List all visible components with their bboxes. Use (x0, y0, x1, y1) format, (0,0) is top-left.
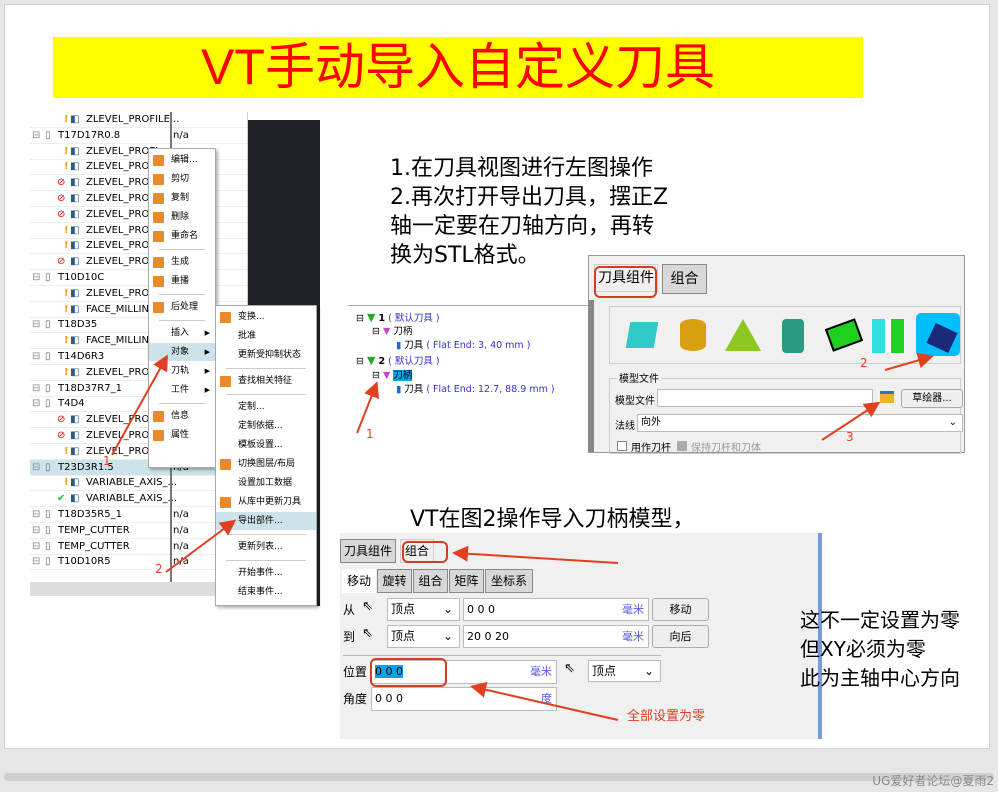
marker-label: 2 (860, 356, 868, 370)
watermark: UG爱好者论坛@夏雨2 (872, 774, 994, 788)
arrow (452, 545, 619, 564)
marker-label: 2 (155, 562, 163, 576)
page-scrollbar[interactable] (4, 773, 994, 781)
arrow (470, 681, 619, 721)
arrow (356, 381, 380, 434)
marker-label: 1 (366, 427, 374, 441)
arrow (165, 519, 237, 573)
arrow (111, 354, 168, 456)
marker-label: 3 (846, 430, 854, 444)
arrow (884, 352, 934, 371)
marker-label: 1 (103, 454, 111, 468)
annotation-arrows: 1 2 1 2 3 (103, 352, 934, 721)
